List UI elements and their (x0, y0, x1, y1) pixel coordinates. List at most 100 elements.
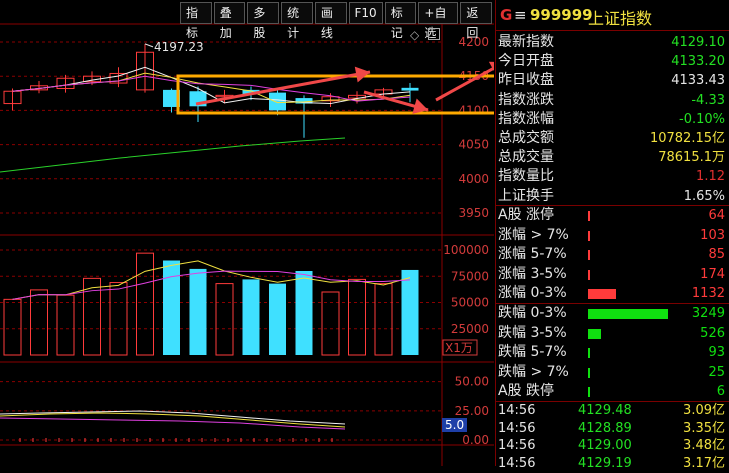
tick-price: 4128.89 (578, 420, 632, 436)
stat-row: 指数量比 1.12 (496, 167, 729, 186)
breadth-value: 3249 (691, 306, 725, 321)
stat-value: 4133.43 (671, 73, 725, 89)
breadth-label: 涨幅 > 7% (498, 226, 569, 243)
window-toggle-icon[interactable] (428, 28, 440, 40)
stat-row: 指数涨跌 -4.33 (496, 91, 729, 110)
breadth-bar (588, 289, 616, 299)
chart-toolbar: 指标 叠加 多股 统计 画线 F10 标记 +自选 返回 (180, 2, 494, 40)
breadth-value: 93 (708, 345, 725, 360)
draw-line-button[interactable]: 画线 (314, 2, 347, 40)
volume-bar (189, 268, 207, 355)
breadth-row[interactable]: 涨幅 0-3% 1132 (496, 284, 729, 303)
tick-volume: 3.09亿 (683, 403, 725, 418)
indicator-tick-label: 50.00 (455, 375, 489, 389)
stat-label: 指数涨跌 (498, 91, 554, 108)
tick-row: 14:56 4129.48 3.09亿 (496, 402, 729, 420)
breadth-bar (588, 309, 668, 319)
volume-tick-label: 100000 (443, 243, 489, 257)
volume-bar (269, 283, 286, 355)
volume-bar (3, 298, 22, 356)
tick-row: 14:56 4129.19 3.17亿 (496, 455, 729, 473)
stock-code: 999999 (530, 6, 593, 24)
breadth-label: A股 涨停 (498, 207, 555, 223)
breadth-label: 涨幅 0-3% (498, 285, 567, 301)
price-tick-label: 4000 (458, 172, 489, 186)
stat-row: 总成交量 78615.1万 (496, 148, 729, 167)
volume-bar (215, 283, 234, 356)
breadth-row[interactable]: A股 涨停 64 (496, 206, 729, 225)
tick-volume: 3.17亿 (683, 455, 725, 471)
stat-value: -4.33 (691, 92, 725, 108)
breadth-bar (588, 250, 590, 260)
breadth-label: 跌幅 5-7% (498, 344, 567, 360)
stat-label: 总成交量 (498, 149, 554, 166)
breadth-row[interactable]: A股 跌停 6 (496, 382, 729, 401)
breadth-row[interactable]: 涨幅 5-7% 85 (496, 245, 729, 264)
stat-label: 今日开盘 (498, 53, 554, 70)
indicator-line-yellow (0, 412, 346, 428)
indicator-tick-label: 0.00 (462, 433, 489, 447)
back-button[interactable]: 返回 (460, 2, 493, 40)
breadth-row[interactable]: 跌幅 0-3% 3249 (496, 304, 729, 323)
tick-time: 14:56 (498, 455, 536, 471)
mark-button[interactable]: 标记 (384, 2, 417, 40)
indicator-button[interactable]: 指标 (180, 2, 212, 40)
kline-chart-svg[interactable]: 4200415041004050400039501000007500050000… (0, 0, 494, 466)
stat-row: 昨日收盘 4133.43 (496, 71, 729, 90)
volume-bar (30, 289, 48, 356)
price-tick-label: 4050 (458, 138, 489, 152)
stat-label: 上证换手 (498, 187, 554, 204)
tick-time: 14:56 (498, 403, 536, 418)
tick-row: 14:56 4129.00 3.48亿 (496, 437, 729, 455)
stat-row: 总成交额 10782.15亿 (496, 129, 729, 148)
stat-value: 10782.15亿 (649, 131, 725, 146)
stat-row: 指数涨幅 -0.10% (496, 110, 729, 129)
indicator-line-white (0, 410, 346, 425)
stat-label: 昨日收盘 (498, 72, 554, 89)
volume-tick-label: 50000 (451, 296, 489, 310)
candle-body (269, 92, 286, 111)
volume-bar (109, 282, 128, 356)
breadth-value: 85 (708, 247, 725, 262)
breadth-label: 跌幅 0-3% (498, 305, 567, 321)
tick-volume: 3.35亿 (683, 420, 725, 436)
breadth-row[interactable]: 跌幅 5-7% 93 (496, 343, 729, 362)
tick-price: 4129.48 (578, 403, 632, 418)
breadth-value: 526 (700, 325, 725, 341)
f10-button[interactable]: F10 (348, 2, 383, 24)
stat-row: 上证换手 1.65% (496, 187, 729, 206)
breadth-bar (588, 230, 590, 241)
ma60-line (0, 137, 346, 173)
breadth-bar (588, 348, 590, 358)
kline-chart-area[interactable]: 4200415041004050400039501000007500050000… (0, 0, 494, 466)
menu-icon[interactable]: ≡ (514, 6, 527, 24)
breadth-bar (588, 211, 590, 221)
diamond-icon[interactable]: ◇ (410, 28, 419, 42)
stat-label: 指数量比 (498, 168, 554, 185)
breadth-bar (588, 367, 590, 378)
stat-value: 1.65% (683, 188, 725, 204)
stat-value: -0.10% (679, 111, 725, 127)
stat-label: 指数涨幅 (498, 110, 554, 127)
price-tick-label: 3950 (458, 206, 489, 220)
breadth-value: 174 (700, 266, 725, 282)
multi-stock-button[interactable]: 多股 (247, 2, 280, 40)
stat-label: 总成交额 (498, 130, 554, 146)
volume-tick-label: 25000 (451, 322, 489, 336)
breadth-bar (588, 328, 601, 339)
breadth-row[interactable]: 涨幅 > 7% 103 (496, 226, 729, 245)
stat-value: 4129.10 (671, 35, 725, 50)
volume-bar (242, 279, 260, 355)
breadth-row[interactable]: 跌幅 > 7% 25 (496, 363, 729, 382)
stock-name: 上证指数 (588, 9, 653, 28)
overlay-button[interactable]: 叠加 (213, 2, 246, 40)
breadth-bar (588, 269, 590, 280)
volume-bar (56, 294, 75, 356)
breadth-value: 64 (708, 208, 725, 223)
statistics-button[interactable]: 统计 (281, 2, 313, 40)
breadth-row[interactable]: 涨幅 3-5% 174 (496, 265, 729, 284)
volume-bar (163, 260, 180, 355)
breadth-row[interactable]: 跌幅 3-5% 526 (496, 324, 729, 343)
add-watchlist-button[interactable]: +自选 (418, 2, 459, 40)
volume-bar (295, 271, 313, 355)
